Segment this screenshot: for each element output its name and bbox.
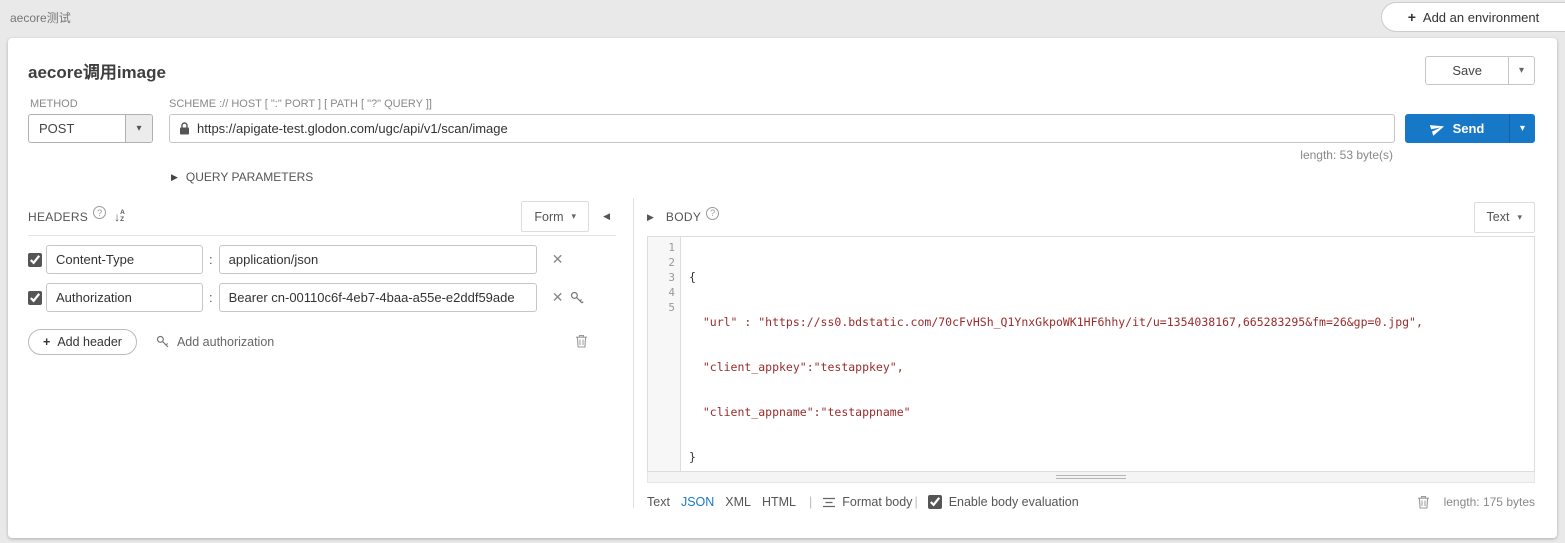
lock-icon <box>179 122 190 135</box>
body-panel: ▶ BODY ? Text ▾ 1 2 3 4 5 { <box>634 198 1535 516</box>
plus-icon: + <box>1408 9 1416 25</box>
project-breadcrumb: aecore测试 <box>10 9 71 26</box>
code-line: "client_appname":"testappname" <box>689 405 1534 420</box>
code-line: "client_appkey":"testappkey", <box>689 360 1534 375</box>
collapse-left-panel-icon[interactable]: ◀ <box>597 207 616 226</box>
header-separator: : <box>209 290 213 305</box>
code-line: "url" : "https://ss0.bdstatic.com/70cFvH… <box>689 315 1534 330</box>
delete-all-headers-button[interactable] <box>575 334 588 351</box>
header-row: : ✕ <box>28 283 616 312</box>
top-bar: aecore测试 + Add an environment <box>0 0 1565 35</box>
header-name-input[interactable] <box>46 245 203 274</box>
line-number-gutter: 1 2 3 4 5 <box>648 237 681 471</box>
chevron-down-icon: ▾ <box>1519 65 1524 76</box>
save-split-button: Save ▾ <box>1425 56 1535 85</box>
format-body-label: Format body <box>842 495 912 509</box>
header-name-input[interactable] <box>46 283 203 312</box>
request-panel: aecore调用image Save ▾ METHOD SCHEME :// H… <box>8 38 1557 538</box>
tab-html[interactable]: HTML <box>762 495 796 509</box>
add-header-label: Add header <box>57 335 122 349</box>
editor-resize-handle[interactable] <box>647 472 1535 483</box>
headers-form-label: Form <box>534 210 563 224</box>
send-split-button: Send ▾ <box>1405 114 1535 143</box>
header-value-input[interactable] <box>219 283 537 312</box>
body-editor: 1 2 3 4 5 { "url" : "https://ss0.bdstati… <box>647 236 1535 472</box>
delete-header-icon[interactable]: ✕ <box>552 289 564 306</box>
separator: | <box>914 495 917 509</box>
tab-json[interactable]: JSON <box>681 495 714 509</box>
url-length-text: length: 53 byte(s) <box>28 148 1393 162</box>
save-button[interactable]: Save <box>1426 57 1508 84</box>
evaluation-checkbox[interactable] <box>928 495 942 509</box>
body-type-label: Text <box>1487 210 1510 224</box>
url-input[interactable] <box>197 121 1394 136</box>
method-label: METHOD <box>28 98 169 110</box>
body-length-text: length: 175 bytes <box>1444 495 1535 509</box>
line-number: 5 <box>648 300 680 315</box>
header-enabled-checkbox[interactable] <box>28 291 42 305</box>
trash-icon[interactable] <box>1417 495 1430 509</box>
chevron-down-icon: ▾ <box>1520 123 1525 134</box>
body-code-area[interactable]: { "url" : "https://ss0.bdstatic.com/70cF… <box>681 237 1534 471</box>
enable-body-evaluation-toggle[interactable]: Enable body evaluation <box>928 495 1079 509</box>
paper-plane-icon <box>1430 121 1445 136</box>
line-number: 2 <box>648 255 680 270</box>
sort-headers-icon[interactable]: ↓ AZ <box>114 210 125 224</box>
header-value-input[interactable] <box>219 245 537 274</box>
method-value: POST <box>29 115 125 142</box>
add-header-button[interactable]: + Add header <box>28 329 137 355</box>
body-section-label: BODY <box>666 210 701 224</box>
separator: | <box>809 495 812 509</box>
header-row: : ✕ <box>28 245 616 274</box>
send-button[interactable]: Send <box>1405 114 1509 143</box>
query-parameters-toggle[interactable]: ▶ QUERY PARAMETERS <box>171 170 1535 184</box>
collapse-right-panel-icon[interactable]: ▶ <box>647 208 660 227</box>
evaluation-label: Enable body evaluation <box>949 495 1079 509</box>
save-dropdown-toggle[interactable]: ▾ <box>1508 57 1534 84</box>
chevron-down-icon: ▾ <box>125 115 152 142</box>
method-select[interactable]: POST ▾ <box>28 114 153 143</box>
help-icon[interactable]: ? <box>93 206 106 219</box>
format-body-button[interactable]: Format body <box>822 495 912 509</box>
scheme-label: SCHEME :// HOST [ ":" PORT ] [ PATH [ "?… <box>169 98 1385 110</box>
grip-icon <box>1056 473 1126 481</box>
header-separator: : <box>209 252 213 267</box>
delete-header-icon[interactable]: ✕ <box>552 251 564 268</box>
code-line: } <box>689 450 1534 465</box>
query-parameters-label: QUERY PARAMETERS <box>186 170 313 184</box>
chevron-right-icon: ▶ <box>171 172 178 183</box>
tab-text[interactable]: Text <box>647 495 670 509</box>
add-environment-button[interactable]: + Add an environment <box>1381 2 1565 32</box>
line-number: 4 <box>648 285 680 300</box>
line-number: 1 <box>648 240 680 255</box>
plus-icon: + <box>43 335 50 349</box>
add-environment-label: Add an environment <box>1423 10 1539 25</box>
tab-xml[interactable]: XML <box>725 495 751 509</box>
code-line: { <box>689 270 1534 285</box>
format-lines-icon <box>822 497 836 508</box>
chevron-down-icon: ▾ <box>572 211 577 222</box>
add-authorization-button[interactable]: Add authorization <box>156 335 274 349</box>
help-icon[interactable]: ? <box>706 207 719 220</box>
header-enabled-checkbox[interactable] <box>28 253 42 267</box>
send-dropdown-toggle[interactable]: ▾ <box>1509 114 1535 143</box>
add-authorization-label: Add authorization <box>177 335 274 349</box>
chevron-down-icon: ▾ <box>1517 212 1522 223</box>
headers-panel: HEADERS ? ↓ AZ Form ▾ ◀ : ✕ <box>28 198 616 516</box>
body-type-dropdown[interactable]: Text ▾ <box>1474 202 1535 233</box>
key-icon <box>156 335 170 349</box>
send-label: Send <box>1453 121 1485 136</box>
trash-icon <box>575 334 588 348</box>
key-icon[interactable] <box>570 291 584 305</box>
headers-section-label: HEADERS <box>28 210 88 224</box>
request-title: aecore调用image <box>28 58 166 83</box>
line-number: 3 <box>648 270 680 285</box>
url-field-wrapper <box>169 114 1395 143</box>
headers-form-dropdown[interactable]: Form ▾ <box>521 201 589 232</box>
